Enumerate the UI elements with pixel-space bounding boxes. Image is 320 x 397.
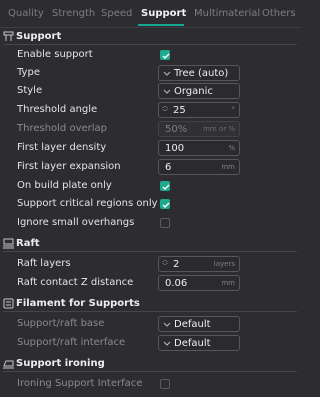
setting-label: First layer density: [17, 142, 107, 153]
section-support-header: Support: [0, 30, 300, 45]
input-value: 0.06: [165, 278, 188, 289]
input-value: 2: [173, 259, 180, 270]
setting-label: Raft layers: [17, 258, 71, 269]
input-value: 6: [165, 162, 172, 173]
first-layer-expansion-input[interactable]: 6 mm: [158, 159, 240, 175]
style-dropdown[interactable]: Organic: [158, 83, 240, 99]
chevron-down-icon: [163, 322, 171, 327]
row-threshold-overlap: Threshold overlap 50% mm or %: [0, 121, 300, 139]
section-divider: [3, 371, 297, 372]
row-first-layer-density: First layer density 100 %: [0, 140, 300, 158]
section-divider: [3, 251, 297, 252]
unit-label: mm: [221, 279, 235, 287]
section-raft-header: Raft: [0, 237, 300, 252]
support-raft-interface-dropdown[interactable]: Default: [158, 335, 240, 351]
support-icon: [3, 31, 14, 41]
tab-strength[interactable]: Strength: [52, 8, 95, 19]
dropdown-value: Default: [174, 338, 211, 349]
setting-label: Type: [17, 67, 40, 78]
setting-label: Support/raft interface: [17, 337, 126, 348]
input-value: 50%: [165, 124, 188, 135]
section-title: Raft: [16, 238, 40, 249]
section-title: Support: [16, 31, 62, 42]
row-raft-contact-z-distance: Raft contact Z distance 0.06 mm: [0, 275, 300, 293]
support-critical-regions-only-checkbox[interactable]: [160, 199, 170, 209]
settings-tab-bar: Quality Strength Speed Support Multimate…: [0, 0, 300, 28]
check-icon: [162, 184, 170, 190]
ignore-small-overhangs-checkbox[interactable]: [160, 218, 170, 228]
tab-speed[interactable]: Speed: [101, 8, 132, 19]
unit-label: mm or %: [203, 125, 235, 133]
setting-label: Enable support: [17, 49, 93, 60]
setting-label: Support/raft base: [17, 318, 105, 329]
row-style: Style Organic: [0, 83, 300, 101]
threshold-overlap-input: 50% mm or %: [158, 121, 240, 137]
spinner-buttons[interactable]: ︿ ﹀: [161, 258, 169, 270]
ironing-support-interface-checkbox[interactable]: [160, 379, 170, 389]
spin-down-icon[interactable]: ﹀: [161, 110, 169, 116]
active-tab-indicator: [138, 24, 184, 26]
row-type: Type Tree (auto): [0, 65, 300, 83]
setting-label: Ironing Support Interface: [17, 378, 143, 389]
enable-support-checkbox[interactable]: [160, 50, 170, 60]
row-support-raft-base: Support/raft base Default: [0, 316, 300, 334]
setting-label: Ignore small overhangs: [17, 217, 135, 228]
row-raft-layers: Raft layers ︿ ﹀ 2 layers: [0, 256, 300, 274]
input-value: 100: [165, 143, 185, 154]
dropdown-value: Default: [174, 319, 211, 330]
unit-label: layers: [213, 260, 235, 268]
on-build-plate-only-checkbox[interactable]: [160, 181, 170, 191]
row-ignore-small-overhangs: Ignore small overhangs: [0, 215, 300, 233]
tab-quality[interactable]: Quality: [8, 8, 44, 19]
section-support-ironing-header: Support ironing: [0, 357, 300, 372]
section-filament-for-supports-header: Filament for Supports: [0, 297, 300, 312]
check-icon: [162, 202, 170, 208]
raft-icon: [3, 238, 14, 249]
type-dropdown[interactable]: Tree (auto): [158, 65, 240, 81]
unit-label: %: [228, 144, 235, 152]
tab-support[interactable]: Support: [141, 8, 186, 19]
spinner-buttons[interactable]: ︿ ﹀: [161, 104, 169, 116]
raft-layers-input[interactable]: ︿ ﹀ 2 layers: [158, 256, 240, 272]
row-on-build-plate-only: On build plate only: [0, 178, 300, 196]
chevron-down-icon: [163, 71, 171, 76]
spin-down-icon[interactable]: ﹀: [161, 264, 169, 270]
threshold-angle-input[interactable]: ︿ ﹀ 25 °: [158, 102, 240, 118]
setting-label: Style: [17, 85, 43, 96]
tab-multimaterial[interactable]: Multimaterial: [194, 8, 260, 19]
dropdown-value: Organic: [174, 86, 213, 97]
row-enable-support: Enable support: [0, 47, 300, 65]
check-icon: [162, 53, 170, 59]
dropdown-value: Tree (auto): [174, 68, 229, 79]
ironing-icon: [3, 360, 14, 369]
row-first-layer-expansion: First layer expansion 6 mm: [0, 159, 300, 177]
setting-label: First layer expansion: [17, 161, 121, 172]
section-title: Support ironing: [16, 358, 105, 369]
setting-label: Threshold overlap: [17, 123, 108, 134]
section-title: Filament for Supports: [16, 298, 140, 309]
unit-label: mm: [221, 163, 235, 171]
setting-label: On build plate only: [17, 180, 112, 191]
setting-label: Support critical regions only: [17, 198, 158, 209]
unit-label: °: [231, 106, 236, 114]
input-value: 25: [173, 105, 186, 116]
chevron-down-icon: [163, 89, 171, 94]
tab-others[interactable]: Others: [262, 8, 296, 19]
row-ironing-support-interface: Ironing Support Interface: [0, 376, 300, 394]
section-divider: [3, 311, 297, 312]
setting-label: Raft contact Z distance: [17, 277, 134, 288]
chevron-down-icon: [163, 341, 171, 346]
row-support-critical-regions-only: Support critical regions only: [0, 196, 300, 214]
first-layer-density-input[interactable]: 100 %: [158, 140, 240, 156]
raft-contact-z-distance-input[interactable]: 0.06 mm: [158, 275, 240, 291]
setting-label: Threshold angle: [17, 104, 98, 115]
section-divider: [3, 44, 297, 45]
support-raft-base-dropdown[interactable]: Default: [158, 316, 240, 332]
row-threshold-angle: Threshold angle ︿ ﹀ 25 °: [0, 102, 300, 120]
filament-icon: [3, 298, 14, 309]
row-support-raft-interface: Support/raft interface Default: [0, 335, 300, 353]
